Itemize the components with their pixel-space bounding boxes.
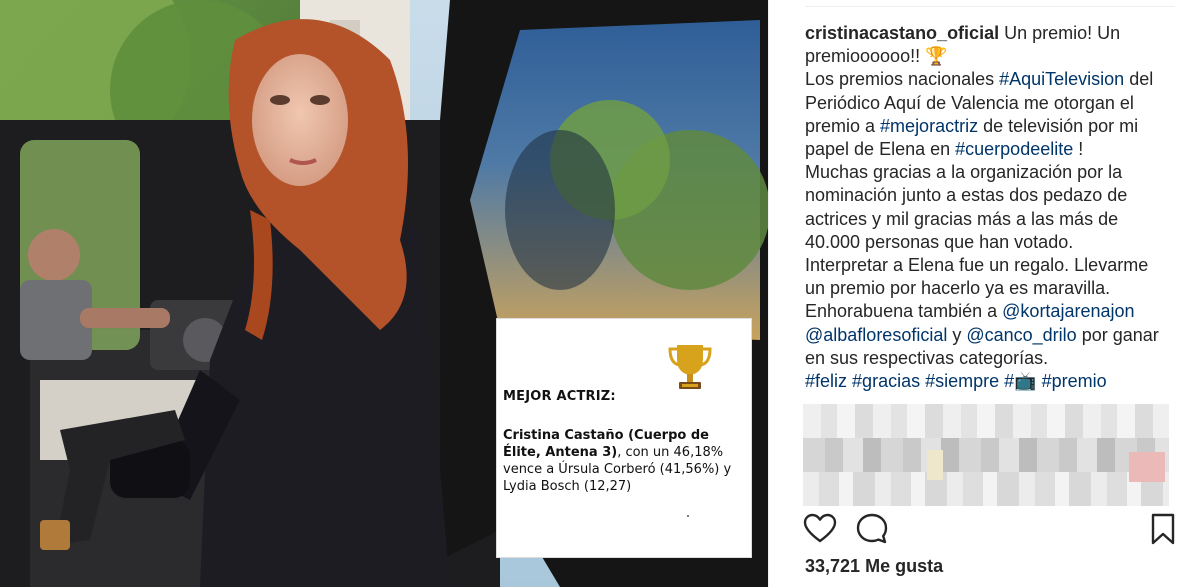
likes-count[interactable]: 33,721 Me gusta — [805, 556, 943, 577]
likes-number: 33,721 — [805, 556, 861, 576]
caption-text: nominación junto a estas dos pedazo de — [805, 185, 1128, 206]
caption-line: Muchas gracias a la organización por la — [805, 161, 1165, 184]
hashtag-link[interactable]: #mejoractriz — [880, 116, 978, 136]
caption-text: Los premios nacionales — [805, 69, 1000, 90]
caption-line: #feliz #gracias #siempre #📺 #premio — [805, 370, 1165, 393]
caption-line: un premio por hacerlo ya es maravilla. — [805, 277, 1165, 300]
likes-label: Me gusta — [865, 556, 944, 576]
caption-line: Los premios nacionales #AquiTelevision d… — [805, 68, 1165, 91]
caption-text: premioooooo!! 🏆 — [805, 46, 948, 67]
caption-text: un premio por hacerlo ya es maravilla. — [805, 278, 1111, 299]
decorative-dot — [687, 515, 689, 517]
bookmark-icon[interactable] — [1149, 512, 1177, 546]
hashtag-link[interactable]: #AquiTelevision — [999, 69, 1124, 89]
caption-text: premio a — [805, 115, 881, 136]
caption-line: papel de Elena en #cuerpodeelite ! — [805, 138, 1165, 161]
caption-line: premio a #mejoractriz de televisión por … — [805, 115, 1165, 138]
mention-link[interactable]: @kortajarenajon — [1002, 301, 1134, 321]
caption-line: actrices y mil gracias más a las más de — [805, 208, 1165, 231]
caption-text: de televisión por mi — [978, 115, 1139, 136]
blurred-emoji — [927, 450, 943, 480]
caption-line: nominación junto a estas dos pedazo de — [805, 184, 1165, 207]
caption-text: papel de Elena en — [805, 139, 956, 160]
trophy-icon — [668, 345, 712, 389]
post-image[interactable]: MEJOR ACTRIZ: Cristina Castaño (Cuerpo d… — [0, 0, 768, 587]
heart-icon[interactable] — [803, 512, 837, 546]
caption-line: Enhorabuena también a @kortajarenajon — [805, 300, 1165, 323]
hashtag-link[interactable]: #feliz — [805, 371, 847, 391]
caption-text: ! — [1073, 139, 1084, 160]
action-bar — [803, 510, 1175, 546]
post-caption: cristinacastano_oficial Un premio! Un pre… — [805, 22, 1165, 393]
caption-line: 40.000 personas que han votado. — [805, 231, 1165, 254]
hashtag-link[interactable]: #📺 — [1004, 371, 1036, 391]
caption-line: en sus respectivas categorías. — [805, 347, 1165, 370]
caption-line: Periódico Aquí de Valencia me otorgan el — [805, 92, 1165, 115]
caption-line: premioooooo!! 🏆 — [805, 45, 1165, 68]
caption-line: @albafloresoficial y @canco_drilo por ga… — [805, 324, 1165, 347]
blurred-comment-row — [803, 472, 1169, 506]
caption-text: Muchas gracias a la organización por la — [805, 162, 1123, 183]
header-divider — [805, 6, 1175, 7]
award-card: MEJOR ACTRIZ: Cristina Castaño (Cuerpo d… — [496, 318, 752, 558]
comment-icon[interactable] — [855, 512, 889, 546]
blurred-comments — [803, 404, 1169, 506]
caption-text: por ganar — [1076, 324, 1159, 345]
hashtag-link[interactable]: #gracias — [852, 371, 920, 391]
hashtag-link[interactable]: #premio — [1042, 371, 1107, 391]
caption-text: del — [1124, 69, 1154, 90]
mention-link[interactable]: @canco_drilo — [966, 325, 1076, 345]
award-description: Cristina Castaño (Cuerpo de Élite, Anten… — [503, 427, 743, 495]
caption-text: Interpretar a Elena fue un regalo. Lleva… — [805, 255, 1149, 276]
blurred-comment-row — [803, 438, 1169, 472]
post-panel: cristinacastano_oficial Un premio! Un pre… — [768, 0, 1200, 587]
post-username-link[interactable]: cristinacastano_oficial — [805, 23, 999, 43]
caption-text: Un premio! Un — [999, 23, 1121, 43]
caption-line: cristinacastano_oficial Un premio! Un — [805, 22, 1165, 45]
award-title: MEJOR ACTRIZ: — [503, 389, 616, 404]
caption-line: Interpretar a Elena fue un regalo. Lleva… — [805, 254, 1165, 277]
mention-link[interactable]: @albafloresoficial — [805, 325, 947, 345]
caption-text: Enhorabuena también a — [805, 301, 1003, 322]
hashtag-link[interactable]: #siempre — [925, 371, 999, 391]
caption-text: 40.000 personas que han votado. — [805, 231, 1074, 252]
blurred-comment-row — [803, 404, 1169, 438]
caption-text: y — [947, 324, 967, 345]
blurred-emoji — [1129, 452, 1165, 482]
caption-text: en sus respectivas categorías. — [805, 347, 1049, 368]
hashtag-link[interactable]: #cuerpodeelite — [955, 139, 1073, 159]
caption-text: actrices y mil gracias más a las más de — [805, 208, 1119, 229]
caption-text: Periódico Aquí de Valencia me otorgan el — [805, 92, 1134, 113]
